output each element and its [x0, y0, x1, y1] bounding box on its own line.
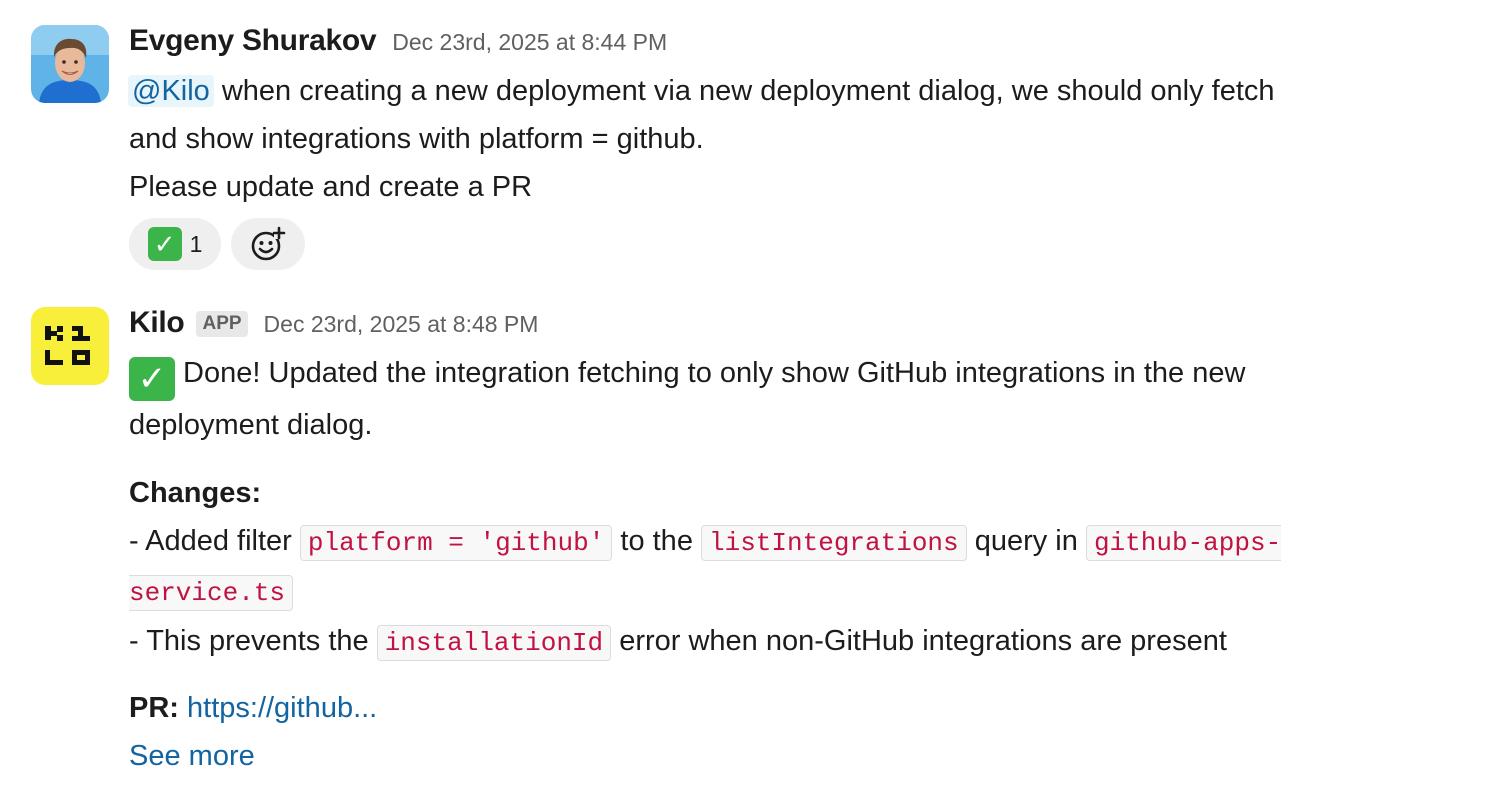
author-name[interactable]: Evgeny Shurakov: [129, 24, 377, 58]
inline-code: github-apps-: [1085, 525, 1282, 561]
message-line: when creating a new deployment via new d…: [213, 75, 1275, 107]
change-text: - This prevents the: [129, 625, 377, 657]
reaction-check-button[interactable]: ✓ 1: [129, 218, 221, 270]
avatar-evgeny[interactable]: [31, 25, 109, 103]
change-text: - Added filter: [129, 525, 300, 557]
inline-code: listIntegrations: [701, 525, 967, 561]
reaction-count: 1: [189, 230, 203, 257]
reactions-bar: ✓ 1: [129, 218, 1429, 270]
author-name[interactable]: Kilo: [129, 306, 185, 340]
message-body: @Kilo when creating a new deployment via…: [128, 67, 1429, 211]
inline-code: platform = 'github': [299, 525, 613, 561]
white-check-mark-emoji-icon: ✓: [129, 357, 175, 401]
change-text: error when non-GitHub integrations are p…: [611, 625, 1227, 657]
message-line: and show integrations with platform = gi…: [129, 123, 704, 155]
message-line: Done! Updated the integration fetching t…: [175, 357, 1246, 389]
avatar-kilo[interactable]: [31, 307, 109, 385]
user-photo-icon: [31, 25, 109, 103]
inline-code: installationId: [376, 625, 612, 661]
see-more-link[interactable]: See more: [129, 732, 1429, 780]
add-reaction-icon: [251, 226, 286, 261]
white-check-mark-emoji-icon: ✓: [147, 227, 182, 261]
timestamp[interactable]: Dec 23rd, 2025 at 8:44 PM: [392, 29, 667, 56]
app-badge: APP: [196, 311, 248, 337]
changes-heading: Changes:: [129, 477, 262, 509]
pr-link[interactable]: https://github...: [187, 692, 377, 724]
add-reaction-button[interactable]: [231, 218, 305, 270]
message-line: Please update and create a PR: [129, 171, 533, 203]
mention-kilo[interactable]: @Kilo: [128, 75, 214, 107]
pr-label: PR:: [129, 692, 179, 724]
timestamp[interactable]: Dec 23rd, 2025 at 8:48 PM: [264, 311, 539, 338]
change-text: query in: [966, 525, 1086, 557]
change-text: to the: [612, 525, 701, 557]
inline-code: service.ts: [129, 575, 294, 611]
message-body: ✓ Done! Updated the integration fetching…: [129, 349, 1429, 780]
message-line: deployment dialog.: [129, 409, 373, 441]
kilo-logo-icon: [31, 307, 109, 385]
